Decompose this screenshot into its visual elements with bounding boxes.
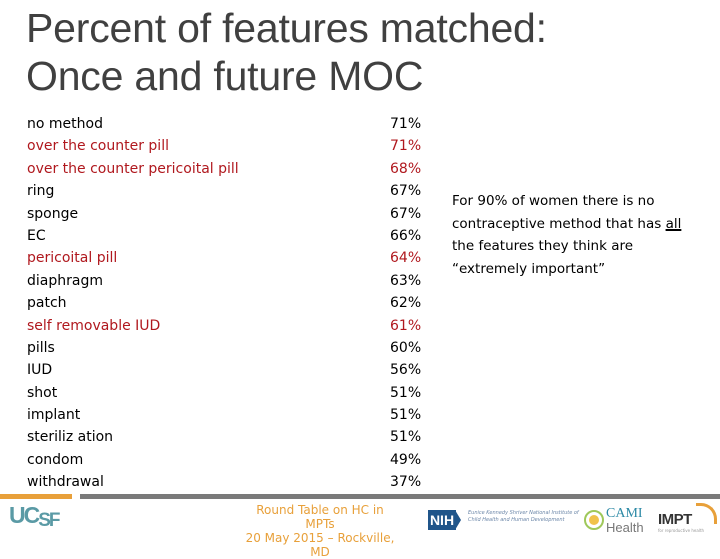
method-percent: 71%	[390, 116, 422, 132]
method-percent: 51%	[390, 384, 422, 401]
method-row: patch 62%	[27, 292, 427, 314]
impt-mark: IMPT	[658, 511, 692, 528]
method-label: pills	[27, 339, 55, 356]
method-row: shot 51%	[27, 382, 427, 404]
callout-part-2: the features they think are “extremely i…	[452, 238, 634, 277]
nih-chevron-icon	[455, 509, 461, 530]
method-row: pericoital pill 64%	[27, 247, 427, 269]
method-label: no method	[27, 116, 103, 132]
method-label: shot	[27, 384, 58, 401]
method-percent: 67%	[390, 205, 422, 222]
method-percent: 64%	[390, 250, 422, 267]
callout-text: For 90% of women there is no contracepti…	[452, 190, 702, 280]
method-label: ring	[27, 183, 55, 200]
ucsf-logo-sf: SF	[38, 510, 60, 531]
method-percent: 60%	[390, 339, 422, 356]
method-row: sponge 67%	[27, 203, 427, 225]
method-percent: 63%	[390, 272, 422, 289]
method-label: patch	[27, 295, 67, 312]
signal-waves-icon	[696, 503, 717, 524]
method-row: over the counter pill 71%	[27, 135, 427, 157]
method-percent: 51%	[390, 407, 422, 424]
method-label: diaphragm	[27, 272, 103, 289]
method-label: sponge	[27, 205, 79, 222]
method-row: implant 51%	[27, 404, 427, 426]
footer-event-date: 20 May 2015 – Rockville, MD	[245, 531, 395, 559]
method-row: withdrawal 37%	[27, 471, 427, 493]
method-label: EC	[27, 227, 46, 244]
callout-part-1: For 90% of women there is no contracepti…	[452, 193, 666, 232]
footer-divider-bar	[80, 494, 720, 499]
nih-institute-name: Eunice Kennedy Shriver National Institut…	[468, 510, 579, 523]
title-line-2: Once and future MOC	[26, 53, 424, 99]
method-row: pills 60%	[27, 337, 427, 359]
method-row: over the counter pericoital pill 68%	[27, 158, 427, 180]
method-percent: 66%	[390, 227, 422, 244]
sun-icon	[584, 510, 604, 530]
cami-health-logo: CAMI Health	[584, 506, 648, 536]
method-label: steriliz ation	[27, 429, 114, 446]
footer-event-info: Round Table on HC in MPTs 20 May 2015 – …	[240, 503, 400, 559]
method-row: ring 67%	[27, 180, 427, 202]
method-percent: 62%	[390, 295, 422, 312]
cami-logo-line-2: Health	[606, 520, 644, 535]
method-row: self removable IUD 61%	[27, 315, 427, 337]
method-row: EC 66%	[27, 225, 427, 247]
ucsf-logo: UCSF	[9, 502, 61, 531]
method-label: withdrawal	[27, 474, 104, 491]
method-label: IUD	[27, 362, 53, 379]
method-label: self removable IUD	[27, 317, 161, 334]
cami-logo-line-1: CAMI	[606, 506, 643, 521]
method-percent: 51%	[390, 429, 422, 446]
method-row: no method 71%	[27, 113, 427, 135]
method-percent: 68%	[390, 160, 422, 177]
method-percent-list: no method 71% over the counter pill 71% over…	[27, 113, 427, 494]
method-row: diaphragm 63%	[27, 270, 427, 292]
title-line-1: Percent of features matched:	[26, 5, 547, 51]
method-percent: 37%	[390, 474, 422, 491]
method-percent: 61%	[390, 317, 422, 334]
method-percent: 56%	[390, 362, 422, 379]
ucsf-logo-uc: UC	[9, 502, 40, 528]
footer-event-title: Round Table on HC in MPTs	[256, 503, 384, 531]
method-percent: 67%	[390, 183, 422, 200]
method-row: IUD 56%	[27, 359, 427, 381]
nih-logo: NIH Eunice Kennedy Shriver National Inst…	[428, 509, 579, 530]
method-label: over the counter pericoital pill	[27, 160, 239, 177]
impt-logo: IMPT for reproductive health	[658, 503, 717, 533]
callout-emphasis: all	[665, 215, 682, 232]
footer-accent-bar	[0, 494, 72, 499]
method-label: over the counter pill	[27, 138, 169, 155]
method-label: pericoital pill	[27, 250, 118, 267]
method-row: condom 49%	[27, 449, 427, 471]
method-percent: 71%	[390, 138, 422, 155]
impt-tagline: for reproductive health	[658, 528, 705, 533]
method-label: implant	[27, 407, 81, 424]
method-row: steriliz ation 51%	[27, 426, 427, 448]
method-percent: 49%	[390, 451, 422, 468]
slide-title: Percent of features matched: Once and fu…	[26, 4, 547, 100]
nih-mark: NIH	[428, 509, 456, 530]
method-label: condom	[27, 451, 84, 468]
